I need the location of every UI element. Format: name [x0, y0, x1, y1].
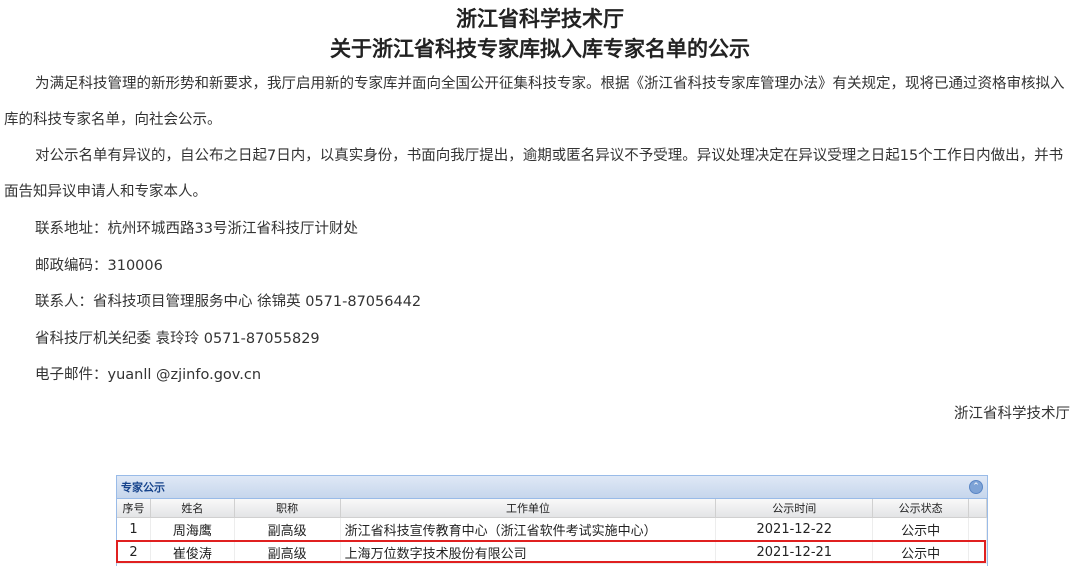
contact-postcode: 邮政编码：310006: [35, 258, 163, 274]
cell-name: 崔俊涛: [150, 540, 235, 564]
cell-name: 周海鹰: [150, 517, 235, 541]
expert-table: 序号 姓名 职称 工作单位 公示时间 公示状态 1 周海鹰 副高级 浙江省科技宣…: [117, 499, 987, 564]
contact-person: 联系人：省科技项目管理服务中心 徐锦英 0571-87056442: [35, 294, 422, 310]
cell-index: 1: [117, 517, 151, 541]
cell-title: 副高级: [234, 517, 341, 541]
cell-employer: 浙江省科技宣传教育中心（浙江省软件考试实施中心）: [340, 517, 717, 541]
col-header-status[interactable]: 公示状态: [872, 499, 969, 518]
intro-paragraph: 为满足科技管理的新形势和新要求，我厅启用新的专家库并面向全国公开征集科技专家。根…: [4, 76, 1065, 128]
cell-index: 2: [117, 540, 151, 564]
table-row[interactable]: 2 崔俊涛 副高级 上海万位数字技术股份有限公司 2021-12-21 公示中: [117, 540, 987, 564]
contact-email: 电子邮件：yuanll @zjinfo.gov.cn: [35, 367, 262, 383]
table-header-row: 序号 姓名 职称 工作单位 公示时间 公示状态: [117, 499, 987, 518]
cell-spacer: [968, 517, 987, 541]
expert-panel: 专家公示 ⌃ 序号 姓名 职称 工作单位 公示时间 公示状态 1 周海鹰 副高级…: [116, 475, 988, 566]
notice-title: 关于浙江省科技专家库拟入库专家名单的公示: [330, 37, 750, 61]
collapse-icon[interactable]: ⌃: [969, 480, 983, 494]
cell-status: 公示中: [872, 517, 969, 541]
cell-status: 公示中: [872, 540, 969, 564]
cell-title: 副高级: [234, 540, 341, 564]
col-header-name[interactable]: 姓名: [150, 499, 235, 518]
cell-employer: 上海万位数字技术股份有限公司: [340, 540, 717, 564]
objection-paragraph: 对公示名单有异议的，自公布之日起7日内，以真实身份，书面向我厅提出，逾期或匿名异…: [4, 148, 1064, 200]
col-header-date[interactable]: 公示时间: [715, 499, 874, 518]
cell-date: 2021-12-22: [715, 517, 874, 541]
cell-date: 2021-12-21: [715, 540, 874, 564]
col-header-title[interactable]: 职称: [234, 499, 341, 518]
col-header-index[interactable]: 序号: [117, 499, 151, 518]
contact-discipline: 省科技厅机关纪委 袁玲玲 0571-87055829: [35, 331, 320, 347]
contact-address: 联系地址：杭州环城西路33号浙江省科技厅计财处: [35, 221, 358, 237]
org-title: 浙江省科学技术厅: [456, 7, 624, 31]
col-header-spacer: [968, 499, 987, 518]
table-row[interactable]: 1 周海鹰 副高级 浙江省科技宣传教育中心（浙江省软件考试实施中心） 2021-…: [117, 517, 987, 541]
signature: 浙江省科学技术厅: [954, 406, 1070, 422]
panel-title: 专家公示: [121, 481, 165, 494]
cell-spacer: [968, 540, 987, 564]
col-header-employer[interactable]: 工作单位: [340, 499, 717, 518]
panel-header: 专家公示 ⌃: [117, 476, 987, 499]
